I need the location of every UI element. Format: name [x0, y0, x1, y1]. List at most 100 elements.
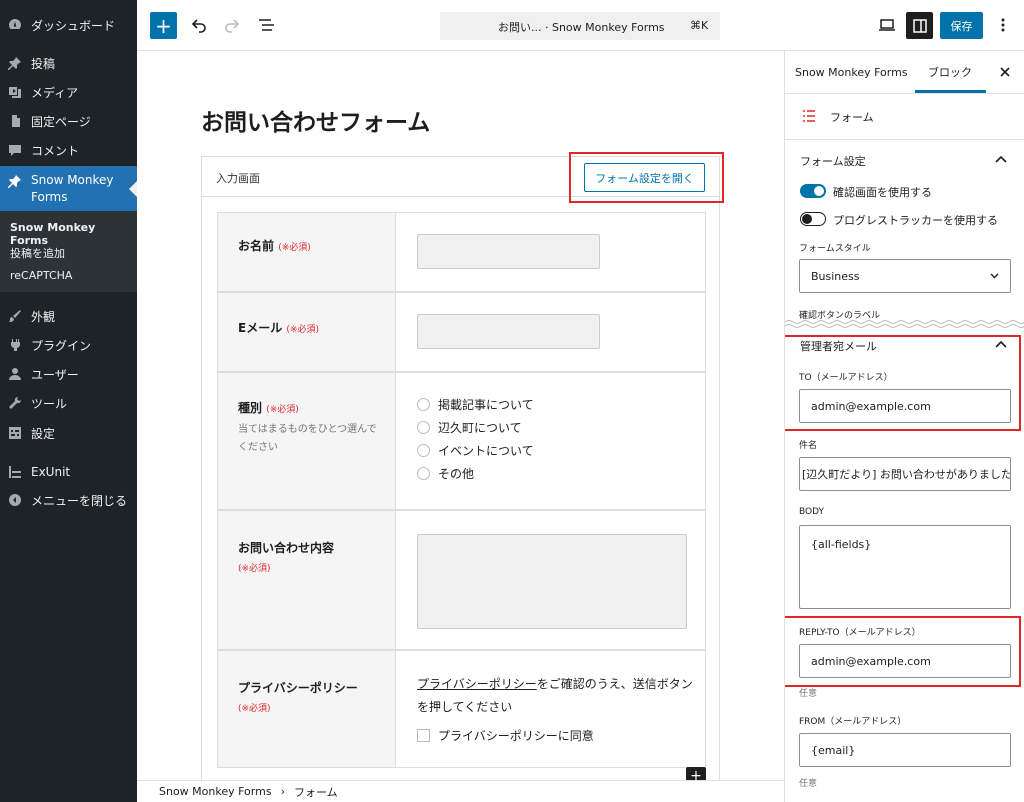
breadcrumb-current[interactable]: フォーム	[294, 784, 338, 800]
submenu-add-new[interactable]: 投稿を追加	[10, 245, 65, 261]
save-button[interactable]: 保存	[940, 12, 983, 39]
menu-snow-monkey-forms[interactable]: Snow Monkey Forms	[0, 166, 137, 211]
redo-button[interactable]	[222, 14, 242, 36]
settings-panel: Snow Monkey Forms ブロック フォーム フォーム設定 確認画面を…	[784, 51, 1024, 802]
field-label-name: お名前 (※必須)	[238, 237, 311, 254]
privacy-link[interactable]: プライバシーポリシー	[417, 677, 537, 691]
radio-option[interactable]: その他	[417, 465, 474, 482]
name-input[interactable]	[417, 234, 600, 269]
close-icon	[1000, 67, 1010, 77]
required-mark: (※必須)	[286, 325, 319, 335]
form-block-label: 入力画面	[216, 172, 260, 185]
redo-icon	[225, 19, 240, 33]
menu-tools[interactable]: ツール	[0, 392, 137, 414]
form-block[interactable]: 入力画面 フォーム設定を開く お名前 (※必須) Eメール (※必須) 種別 (…	[201, 152, 724, 780]
required-mark: (※必須)	[238, 704, 271, 714]
email-input[interactable]	[417, 314, 600, 349]
form-style-select[interactable]: Business	[799, 259, 1011, 293]
breadcrumb-root[interactable]: Snow Monkey Forms	[159, 785, 272, 798]
tab-block[interactable]: ブロック	[928, 51, 988, 93]
document-overview-button[interactable]	[256, 14, 278, 36]
settings-sidebar-toggle[interactable]	[906, 12, 933, 39]
field-label-email: Eメール (※必須)	[238, 319, 319, 336]
radio-circle	[417, 467, 430, 480]
close-panel-button[interactable]	[997, 63, 1013, 81]
radio-label: イベントについて	[438, 444, 534, 458]
divider	[785, 93, 1024, 94]
toggle-confirm[interactable]	[800, 184, 826, 198]
highlight-box	[785, 616, 1021, 687]
menu-dashboard[interactable]: ダッシュボード	[0, 14, 137, 36]
menu-exunit[interactable]: ExUnit	[0, 461, 137, 483]
subject-label: 件名	[799, 441, 818, 451]
form-style-label: フォームスタイル	[799, 244, 871, 254]
menu-settings[interactable]: 設定	[0, 422, 137, 444]
submenu-recaptcha[interactable]: reCAPTCHA	[10, 269, 72, 282]
form-settings-title[interactable]: フォーム設定	[800, 153, 866, 169]
inserter-button[interactable]: +	[686, 767, 706, 780]
editor-canvas: お問い合わせフォーム 入力画面 フォーム設定を開く お名前 (※必須) Eメール…	[137, 51, 784, 780]
more-vertical-icon	[1001, 18, 1005, 32]
menu-comments-label: コメント	[31, 143, 80, 158]
field-label-content: お問い合わせ内容	[238, 541, 335, 555]
field-label-privacy: プライバシーポリシー	[238, 681, 358, 695]
menu-plugins[interactable]: プラグイン	[0, 334, 137, 356]
from-value: {email}	[811, 743, 856, 757]
command-palette-bar[interactable]: お問い... · Snow Monkey Forms ⌘K	[440, 12, 720, 40]
menu-posts[interactable]: 投稿	[0, 52, 137, 74]
dashboard-icon	[8, 18, 22, 32]
required-mark: (※必須)	[278, 243, 311, 253]
toggle-confirm-label: 確認画面を使用する	[833, 186, 932, 199]
options-button[interactable]	[995, 14, 1011, 36]
collapse-icon	[8, 493, 22, 507]
radio-option[interactable]: イベントについて	[417, 442, 534, 459]
required-mark: (※必須)	[238, 564, 271, 574]
field-name-text: お名前	[238, 239, 275, 253]
radio-circle	[417, 398, 430, 411]
menu-users[interactable]: ユーザー	[0, 363, 137, 385]
user-icon	[8, 367, 22, 381]
menu-smf-label: Snow Monkey Forms	[31, 173, 114, 204]
radio-circle	[417, 421, 430, 434]
add-block-button[interactable]: +	[150, 12, 177, 39]
content-textarea[interactable]	[417, 534, 687, 629]
exunit-icon	[8, 465, 22, 479]
radio-option[interactable]: 辺久町について	[417, 419, 522, 436]
body-label: BODY	[799, 507, 825, 517]
app-window: ダッシュボード 投稿 メディア 固定ページ コメント Snow Monkey F…	[0, 0, 1024, 802]
menu-appearance[interactable]: 外観	[0, 305, 137, 327]
toggle-progress-label: プログレストラッカーを使用する	[833, 214, 998, 227]
list-view-icon	[259, 19, 274, 31]
chevron-up-icon[interactable]	[995, 155, 1007, 163]
menu-media-label: メディア	[31, 85, 79, 100]
menu-pages[interactable]: 固定ページ	[0, 110, 137, 132]
submenu-smf[interactable]: Snow Monkey Forms	[10, 221, 137, 247]
menu-media[interactable]: メディア	[0, 81, 137, 103]
form-block-icon	[803, 110, 815, 122]
media-icon	[8, 85, 22, 99]
undo-icon	[191, 19, 206, 33]
agree-checkbox[interactable]: プライバシーポリシーに同意	[417, 727, 594, 744]
pin-icon	[8, 56, 22, 70]
preview-button[interactable]	[876, 14, 898, 36]
subject-input[interactable]: [辺久町だより] お問い合わせがありました	[799, 457, 1011, 491]
body-textarea[interactable]: {all-fields}	[799, 525, 1011, 609]
command-shortcut: ⌘K	[690, 19, 709, 32]
from-input[interactable]: {email}	[799, 733, 1011, 767]
tab-plugin[interactable]: Snow Monkey Forms	[795, 51, 910, 93]
undo-button[interactable]	[189, 14, 209, 36]
menu-comments[interactable]: コメント	[0, 139, 137, 161]
from-label: FROM（メールアドレス）	[799, 717, 907, 727]
toggle-progress[interactable]	[800, 212, 826, 226]
menu-appearance-label: 外観	[31, 309, 56, 324]
radio-option[interactable]: 掲載記事について	[417, 396, 534, 413]
settings-icon	[8, 426, 22, 440]
menu-collapse[interactable]: メニューを閉じる	[0, 489, 137, 511]
chevron-down-icon	[990, 273, 999, 279]
highlight-box	[569, 152, 724, 203]
privacy-text: プライバシーポリシーをご確認のうえ、送信ボタンを押してください	[417, 673, 697, 719]
page-title[interactable]: お問い合わせフォーム	[201, 103, 430, 137]
divider	[785, 139, 1024, 140]
menu-plugins-label: プラグイン	[31, 338, 92, 353]
form-row-label-cell	[218, 511, 396, 649]
